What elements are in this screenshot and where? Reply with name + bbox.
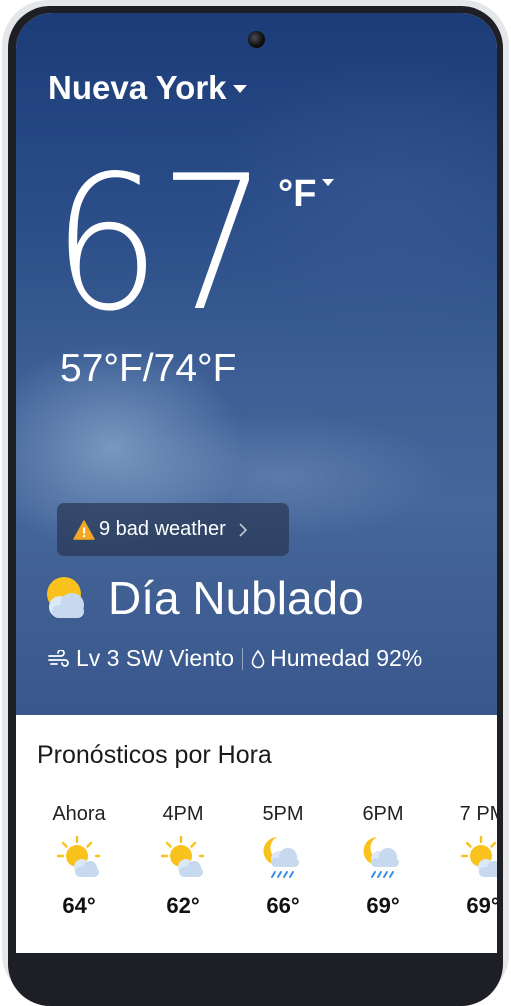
- unit-label: °F: [278, 173, 317, 215]
- hour-temperature: 66°: [266, 893, 300, 918]
- weather-screen: Nueva York 67 °F 57°F/74°F 9 bad weather…: [16, 13, 497, 953]
- caret-down-icon: [322, 179, 335, 186]
- weather-details: Lv 3 SW Viento Humedad 92%: [48, 645, 422, 672]
- caret-down-icon: [232, 85, 247, 93]
- weather-condition: Día Nublado: [108, 572, 364, 624]
- hour-temperature: 62°: [166, 893, 200, 918]
- hour-temperature: 64°: [62, 893, 96, 918]
- city-name: Nueva York: [48, 69, 227, 106]
- hour-label: 7 PM: [459, 803, 497, 825]
- moon-rain-icon: [363, 837, 399, 878]
- warning-icon: [73, 519, 95, 540]
- chevron-right-icon: [239, 522, 247, 537]
- wind-icon: [48, 649, 69, 667]
- wind-text: Lv 3 SW Viento: [76, 645, 235, 671]
- partly-sunny-icon: [460, 835, 497, 877]
- hourly-item[interactable]: Ahora 64°: [29, 803, 129, 919]
- hour-temperature: 69°: [466, 893, 497, 918]
- hourly-item[interactable]: 4PM 62°: [133, 803, 233, 919]
- partly-sunny-icon: [160, 835, 205, 877]
- temperature-range: 57°F/74°F: [60, 347, 237, 390]
- moon-rain-icon: [263, 837, 299, 878]
- hourly-item[interactable]: 6PM 69°: [333, 803, 433, 919]
- hourly-forecast-title: Pronósticos por Hora: [37, 741, 272, 769]
- weather-alert-button[interactable]: 9 bad weather: [57, 503, 289, 556]
- partly-sunny-icon: [56, 835, 101, 877]
- hour-label: Ahora: [52, 803, 106, 825]
- unit-selector[interactable]: °F: [278, 173, 335, 216]
- alert-text: 9 bad weather: [99, 518, 226, 540]
- hour-temperature: 69°: [366, 893, 400, 918]
- hour-label: 4PM: [162, 803, 204, 825]
- humidity-drop-icon: [251, 649, 265, 668]
- hour-label: 5PM: [262, 803, 304, 825]
- cloudy-day-icon: [47, 577, 84, 618]
- hour-label: 6PM: [362, 803, 404, 825]
- hourly-item[interactable]: 5PM 66°: [233, 803, 333, 919]
- city-selector[interactable]: Nueva York: [48, 69, 247, 107]
- current-temperature: 67: [52, 135, 268, 352]
- humidity-text: Humedad 92%: [270, 645, 423, 671]
- front-camera: [248, 31, 265, 48]
- details-divider: [242, 647, 244, 670]
- hourly-item[interactable]: 7 PM 69°: [433, 803, 497, 919]
- hourly-forecast-panel: Pronósticos por Hora Ahora 64° 4PM 62° 5…: [16, 715, 497, 953]
